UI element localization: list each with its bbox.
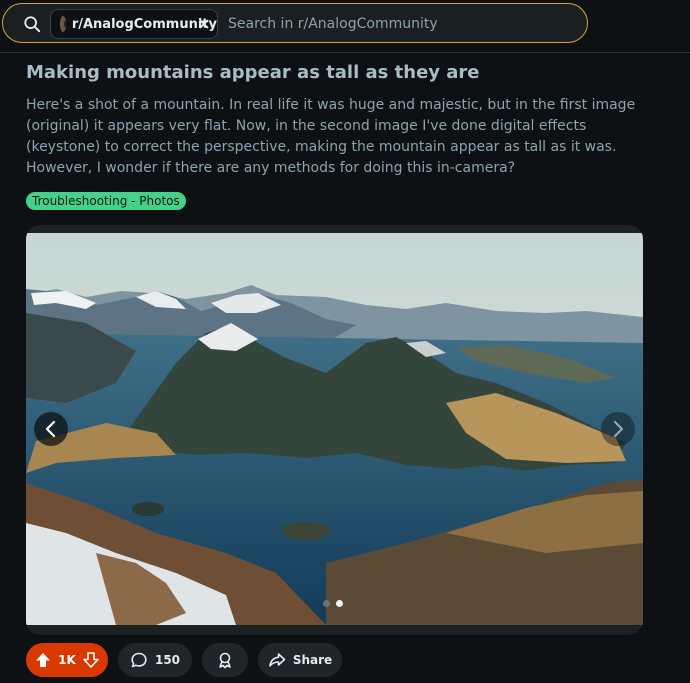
community-chip-label: r/AnalogCommunity (71, 16, 217, 32)
downvote-icon[interactable] (82, 651, 100, 669)
post-flair[interactable]: Troubleshooting - Photos (26, 192, 186, 210)
close-icon[interactable] (197, 17, 211, 31)
gallery-pagination (323, 600, 343, 607)
chevron-left-icon (45, 420, 56, 438)
comment-count: 150 (154, 653, 181, 667)
gallery-dot-1[interactable] (323, 600, 330, 607)
vote-count: 1K (58, 653, 76, 667)
share-icon (269, 653, 286, 667)
search-input[interactable]: Search in r/AnalogCommunity (228, 16, 438, 32)
search-box[interactable]: r/AnalogCommunity Search in r/AnalogComm… (2, 3, 588, 43)
comment-icon (131, 652, 147, 668)
award-icon (219, 652, 231, 669)
search-icon (24, 16, 41, 33)
next-image-button[interactable] (601, 412, 635, 446)
upvote-icon[interactable] (34, 651, 52, 669)
post-actions: 1K 150 Share (26, 643, 342, 677)
chevron-right-icon (613, 420, 624, 438)
previous-image-button[interactable] (34, 412, 68, 446)
share-button[interactable]: Share (258, 643, 342, 677)
award-button[interactable] (202, 643, 248, 677)
share-label: Share (292, 653, 333, 667)
community-chip[interactable]: r/AnalogCommunity (50, 9, 218, 39)
image-gallery[interactable] (26, 225, 643, 635)
gallery-dot-2[interactable] (336, 600, 343, 607)
comments-button[interactable]: 150 (118, 643, 192, 677)
vote-control: 1K (26, 643, 108, 677)
post-body: Here's a shot of a mountain. In real lif… (26, 97, 636, 176)
mountain-photo[interactable] (26, 233, 643, 625)
top-bar: r/AnalogCommunity Search in r/AnalogComm… (0, 0, 690, 53)
post-title[interactable]: Making mountains appear as tall as they … (26, 62, 480, 83)
community-avatar (60, 16, 66, 32)
